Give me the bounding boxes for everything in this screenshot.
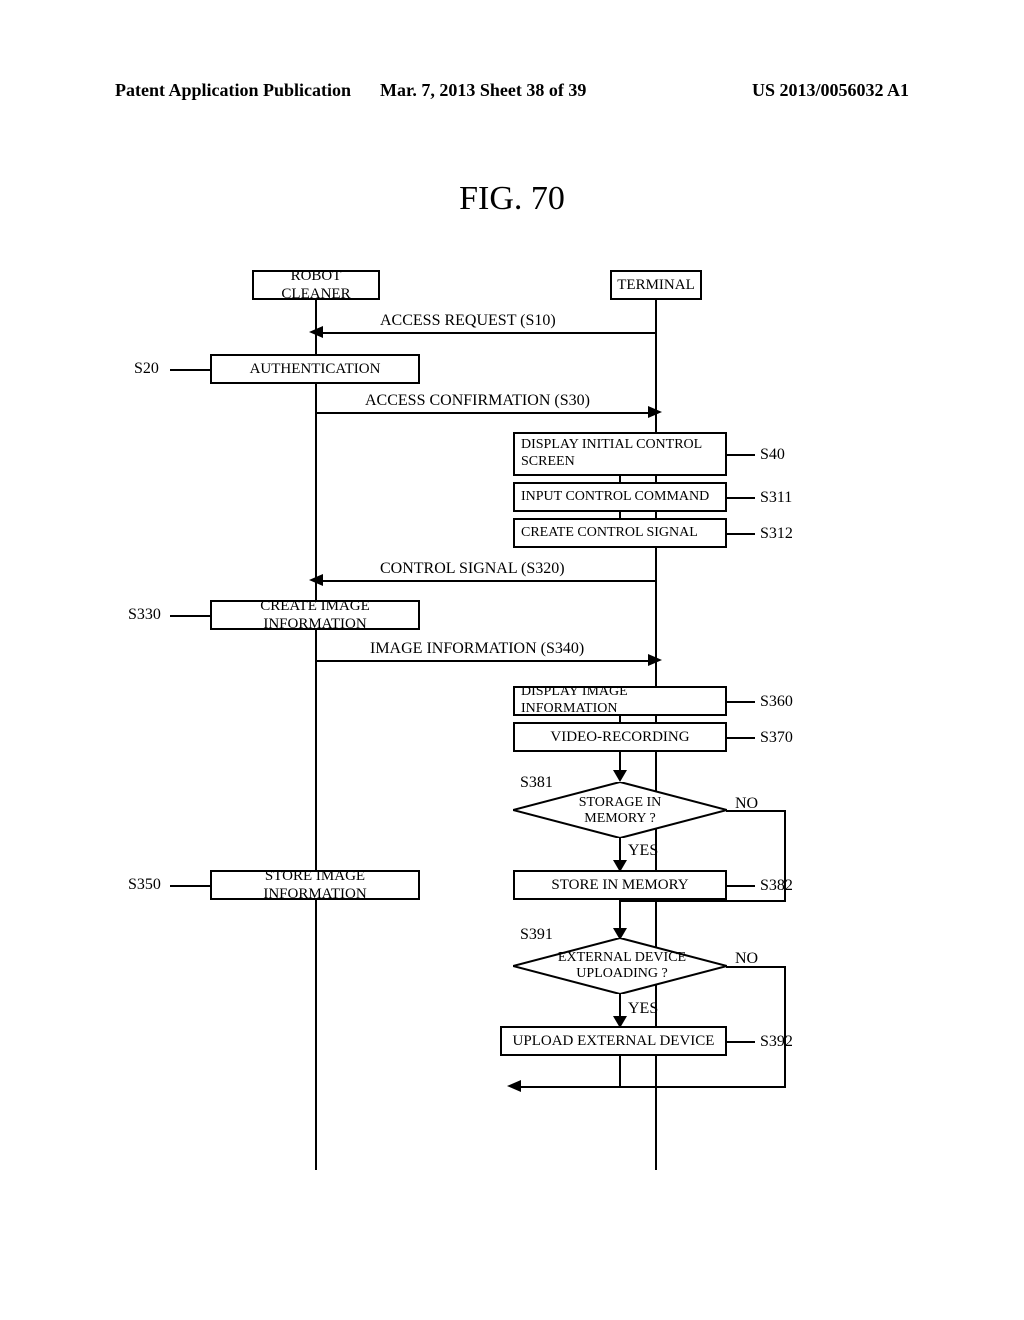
ref-s312: S312 (760, 525, 793, 543)
ref-s40: S40 (760, 446, 785, 464)
no1-right (726, 810, 786, 812)
actor-terminal-label: TERMINAL (617, 276, 695, 294)
ref-s311: S311 (760, 489, 792, 507)
step-s311: INPUT CONTROL COMMAND (513, 482, 727, 512)
header-right: US 2013/0056032 A1 (752, 80, 909, 101)
msg-s10-line (317, 332, 655, 334)
actor-robot-label: ROBOT CLEANER (260, 267, 372, 303)
leader-s312 (727, 533, 755, 535)
leader-s382 (727, 885, 755, 887)
arrowhead-icon (648, 654, 662, 668)
arrowhead-icon (309, 574, 323, 588)
connector-merge2 (619, 1056, 621, 1086)
msg-s320-label: CONTROL SIGNAL (S320) (380, 560, 565, 578)
step-s350-label: STORE IMAGE INFORMATION (218, 867, 412, 903)
figure-title: FIG. 70 (0, 180, 1024, 218)
msg-s30-label: ACCESS CONFIRMATION (S30) (365, 392, 590, 410)
actor-robot: ROBOT CLEANER (252, 270, 380, 300)
step-s330-label: CREATE IMAGE INFORMATION (218, 597, 412, 633)
leader-s40 (727, 454, 755, 456)
decision-s381-label: STORAGE IN MEMORY ? (560, 795, 680, 827)
ref-s370: S370 (760, 729, 793, 747)
leader-s311 (727, 497, 755, 499)
header-center: Mar. 7, 2013 Sheet 38 of 39 (380, 80, 586, 101)
no2-down (784, 966, 786, 1086)
step-s350: STORE IMAGE INFORMATION (210, 870, 420, 900)
step-s40: DISPLAY INITIAL CONTROL SCREEN (513, 432, 727, 476)
no1-back (621, 900, 786, 902)
step-s360-label: DISPLAY IMAGE INFORMATION (521, 684, 719, 718)
step-s392: UPLOAD EXTERNAL DEVICE (500, 1026, 727, 1056)
ref-s360: S360 (760, 693, 793, 711)
ref-s350: S350 (128, 876, 161, 894)
ref-s382: S382 (760, 877, 793, 895)
ref-s330: S330 (128, 606, 161, 624)
arrowhead-icon (613, 770, 627, 782)
step-s370: VIDEO-RECORDING (513, 722, 727, 752)
step-s360: DISPLAY IMAGE INFORMATION (513, 686, 727, 716)
msg-s320-line (317, 580, 655, 582)
step-s312-label: CREATE CONTROL SIGNAL (521, 525, 698, 542)
actor-terminal: TERMINAL (610, 270, 702, 300)
leader-s350 (170, 885, 210, 887)
decision-s391-label: EXTERNAL DEVICE UPLOADING ? (552, 950, 692, 982)
msg-s30-line (317, 412, 655, 414)
msg-s340-line (317, 660, 655, 662)
step-s370-label: VIDEO-RECORDING (550, 728, 689, 746)
robot-lifeline (315, 300, 317, 1170)
step-s392-label: UPLOAD EXTERNAL DEVICE (513, 1032, 715, 1050)
step-s311-label: INPUT CONTROL COMMAND (521, 489, 709, 506)
step-s312: CREATE CONTROL SIGNAL (513, 518, 727, 548)
step-s382: STORE IN MEMORY (513, 870, 727, 900)
step-s40-label: DISPLAY INITIAL CONTROL SCREEN (521, 437, 719, 471)
ref-s392: S392 (760, 1033, 793, 1051)
msg-s340-label: IMAGE INFORMATION (S340) (370, 640, 584, 658)
no2-right (726, 966, 786, 968)
leader-s360 (727, 701, 755, 703)
header-left: Patent Application Publication (115, 80, 351, 101)
no2-back (621, 1086, 786, 1088)
step-s330: CREATE IMAGE INFORMATION (210, 600, 420, 630)
arrowhead-icon (507, 1080, 521, 1094)
ref-s20: S20 (134, 360, 159, 378)
arrowhead-icon (309, 326, 323, 340)
branch-yes-2: YES (628, 1000, 658, 1018)
arrowhead-icon (648, 406, 662, 420)
step-s20-label: AUTHENTICATION (250, 360, 381, 378)
step-s382-label: STORE IN MEMORY (551, 876, 688, 894)
branch-yes-1: YES (628, 842, 658, 860)
step-s20: AUTHENTICATION (210, 354, 420, 384)
leader-s20 (170, 369, 210, 371)
page: Patent Application Publication Mar. 7, 2… (0, 0, 1024, 1320)
leader-s330 (170, 615, 210, 617)
leader-s392 (727, 1041, 755, 1043)
msg-s10-label: ACCESS REQUEST (S10) (380, 312, 556, 330)
leader-s370 (727, 737, 755, 739)
final-return-line (515, 1086, 621, 1088)
